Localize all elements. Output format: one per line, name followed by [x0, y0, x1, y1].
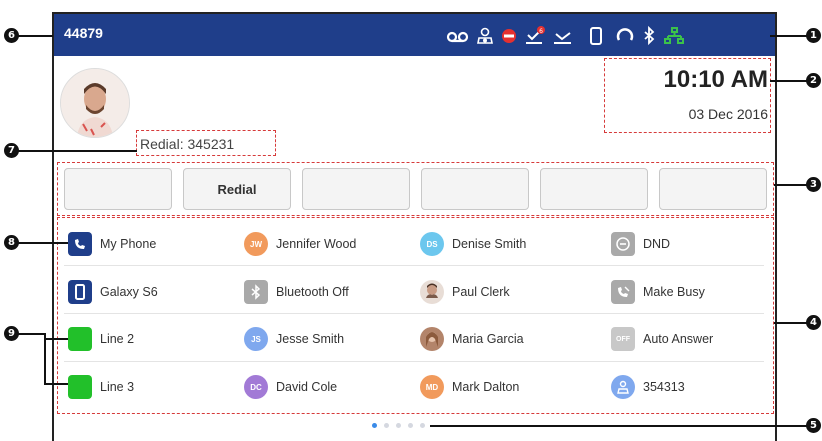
- extension-number: 44879: [64, 25, 103, 41]
- linekey-callout-box: [57, 217, 774, 414]
- callout-line: [44, 333, 46, 383]
- network-icon: [664, 27, 684, 44]
- callout-2: 2: [806, 73, 821, 88]
- softkey-callout-box: [57, 162, 774, 216]
- callout-line: [15, 242, 68, 244]
- callout-line: [774, 322, 810, 324]
- callout-line: [44, 383, 68, 385]
- user-avatar: [60, 68, 130, 138]
- callout-line: [15, 333, 45, 335]
- callout-5: 5: [806, 418, 821, 433]
- missed-call-badge: 6: [539, 28, 543, 35]
- forward-icon: [554, 32, 571, 44]
- callout-line: [15, 35, 53, 37]
- callout-line: [770, 80, 810, 82]
- callout-7: 7: [4, 143, 19, 158]
- callout-4: 4: [806, 315, 821, 330]
- headset-icon: [616, 28, 634, 41]
- callout-3: 3: [806, 177, 821, 192]
- callout-line: [774, 184, 810, 186]
- page-dot[interactable]: [396, 423, 401, 428]
- redial-callout-box: [136, 130, 276, 156]
- page-dot[interactable]: [384, 423, 389, 428]
- callout-6: 6: [4, 28, 19, 43]
- status-icons: 6: [446, 25, 684, 46]
- page-dot[interactable]: [408, 423, 413, 428]
- callout-8: 8: [4, 235, 19, 250]
- callout-1: 1: [806, 28, 821, 43]
- clock-callout-box: [604, 58, 771, 133]
- dnd-icon: [502, 29, 516, 43]
- page-dot[interactable]: [420, 423, 425, 428]
- mobile-icon: [590, 27, 602, 45]
- callout-9: 9: [4, 326, 19, 341]
- callout-line: [44, 338, 68, 340]
- voicemail-icon: [446, 31, 469, 43]
- callout-line: [430, 425, 810, 427]
- contacts-icon: [477, 27, 493, 44]
- page-dot-active[interactable]: [372, 423, 377, 428]
- callout-line: [15, 150, 137, 152]
- callout-line: [770, 35, 810, 37]
- bluetooth-icon: [644, 25, 655, 46]
